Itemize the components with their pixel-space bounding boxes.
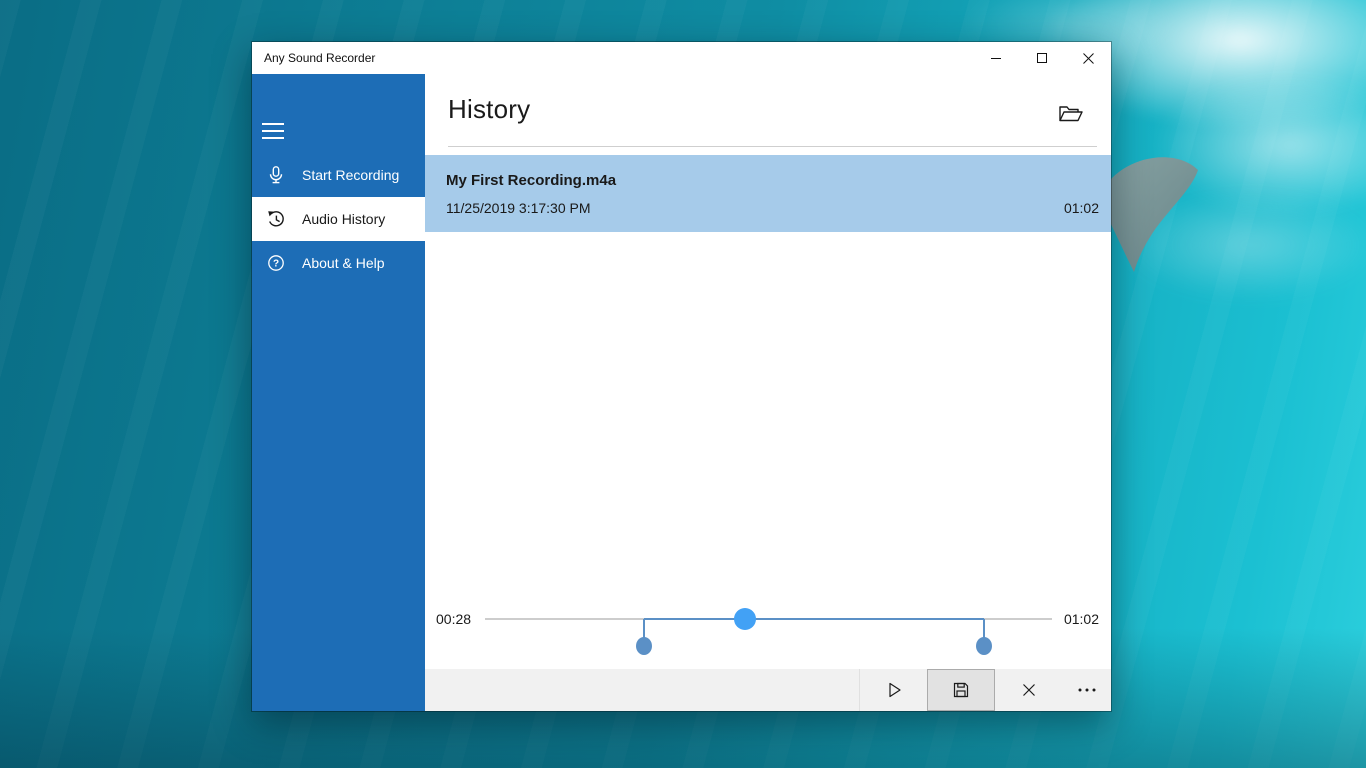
- open-folder-button[interactable]: [1052, 95, 1088, 131]
- sidebar: Start Recording Audio History: [252, 74, 425, 711]
- more-options-button[interactable]: [1063, 669, 1111, 711]
- play-icon: [885, 681, 903, 699]
- save-button[interactable]: [927, 669, 995, 711]
- minimize-button[interactable]: [973, 42, 1019, 74]
- bottom-toolbar: [425, 669, 1111, 711]
- window-body: Start Recording Audio History: [252, 74, 1111, 711]
- close-icon: [1082, 52, 1095, 65]
- trim-start-handle[interactable]: [636, 637, 652, 655]
- total-time-label: 01:02: [1064, 611, 1099, 627]
- sidebar-nav: Start Recording Audio History: [252, 153, 425, 285]
- maximize-icon: [1036, 52, 1048, 64]
- play-button[interactable]: [859, 669, 927, 711]
- playhead-handle[interactable]: [734, 608, 756, 630]
- header-divider: [448, 146, 1097, 147]
- current-time-label: 00:28: [436, 611, 471, 627]
- page-title: History: [448, 94, 530, 125]
- trim-slider-area: 00:28 01:02: [425, 589, 1111, 671]
- main-content: History My First Recording.m4a 11/25/201…: [425, 74, 1111, 711]
- app-window: Any Sound Recorder: [252, 42, 1111, 711]
- ellipsis-icon: [1077, 687, 1097, 693]
- sidebar-item-label: Start Recording: [302, 167, 399, 183]
- sidebar-item-audio-history[interactable]: Audio History: [252, 197, 425, 241]
- window-controls: [973, 42, 1111, 74]
- recording-datetime: 11/25/2019 3:17:30 PM: [446, 200, 591, 216]
- close-x-icon: [1021, 682, 1037, 698]
- seek-track[interactable]: [485, 618, 1052, 620]
- trim-range: [644, 618, 984, 620]
- save-icon: [952, 681, 970, 699]
- recording-duration: 01:02: [1064, 200, 1099, 216]
- svg-text:?: ?: [273, 259, 279, 270]
- minimize-icon: [990, 52, 1002, 64]
- history-clock-icon: [266, 209, 286, 229]
- title-bar: Any Sound Recorder: [252, 42, 1111, 74]
- open-folder-icon: [1057, 101, 1083, 125]
- sidebar-item-label: About & Help: [302, 255, 385, 271]
- sidebar-item-start-recording[interactable]: Start Recording: [252, 153, 425, 197]
- hamburger-menu-icon: [262, 123, 284, 125]
- delete-button[interactable]: [995, 669, 1063, 711]
- maximize-button[interactable]: [1019, 42, 1065, 74]
- hamburger-menu-icon: [262, 130, 284, 132]
- sidebar-item-about-help[interactable]: ? About & Help: [252, 241, 425, 285]
- window-title: Any Sound Recorder: [264, 51, 375, 65]
- help-question-icon: ?: [266, 253, 286, 273]
- hamburger-menu-icon: [262, 137, 284, 139]
- desktop-wallpaper: Any Sound Recorder: [0, 0, 1366, 768]
- close-button[interactable]: [1065, 42, 1111, 74]
- recording-name: My First Recording.m4a: [446, 172, 616, 189]
- trim-end-handle[interactable]: [976, 637, 992, 655]
- microphone-icon: [266, 165, 286, 185]
- recording-list-item[interactable]: My First Recording.m4a 11/25/2019 3:17:3…: [425, 155, 1111, 232]
- sidebar-item-label: Audio History: [302, 211, 385, 227]
- hamburger-menu-button[interactable]: [260, 115, 296, 147]
